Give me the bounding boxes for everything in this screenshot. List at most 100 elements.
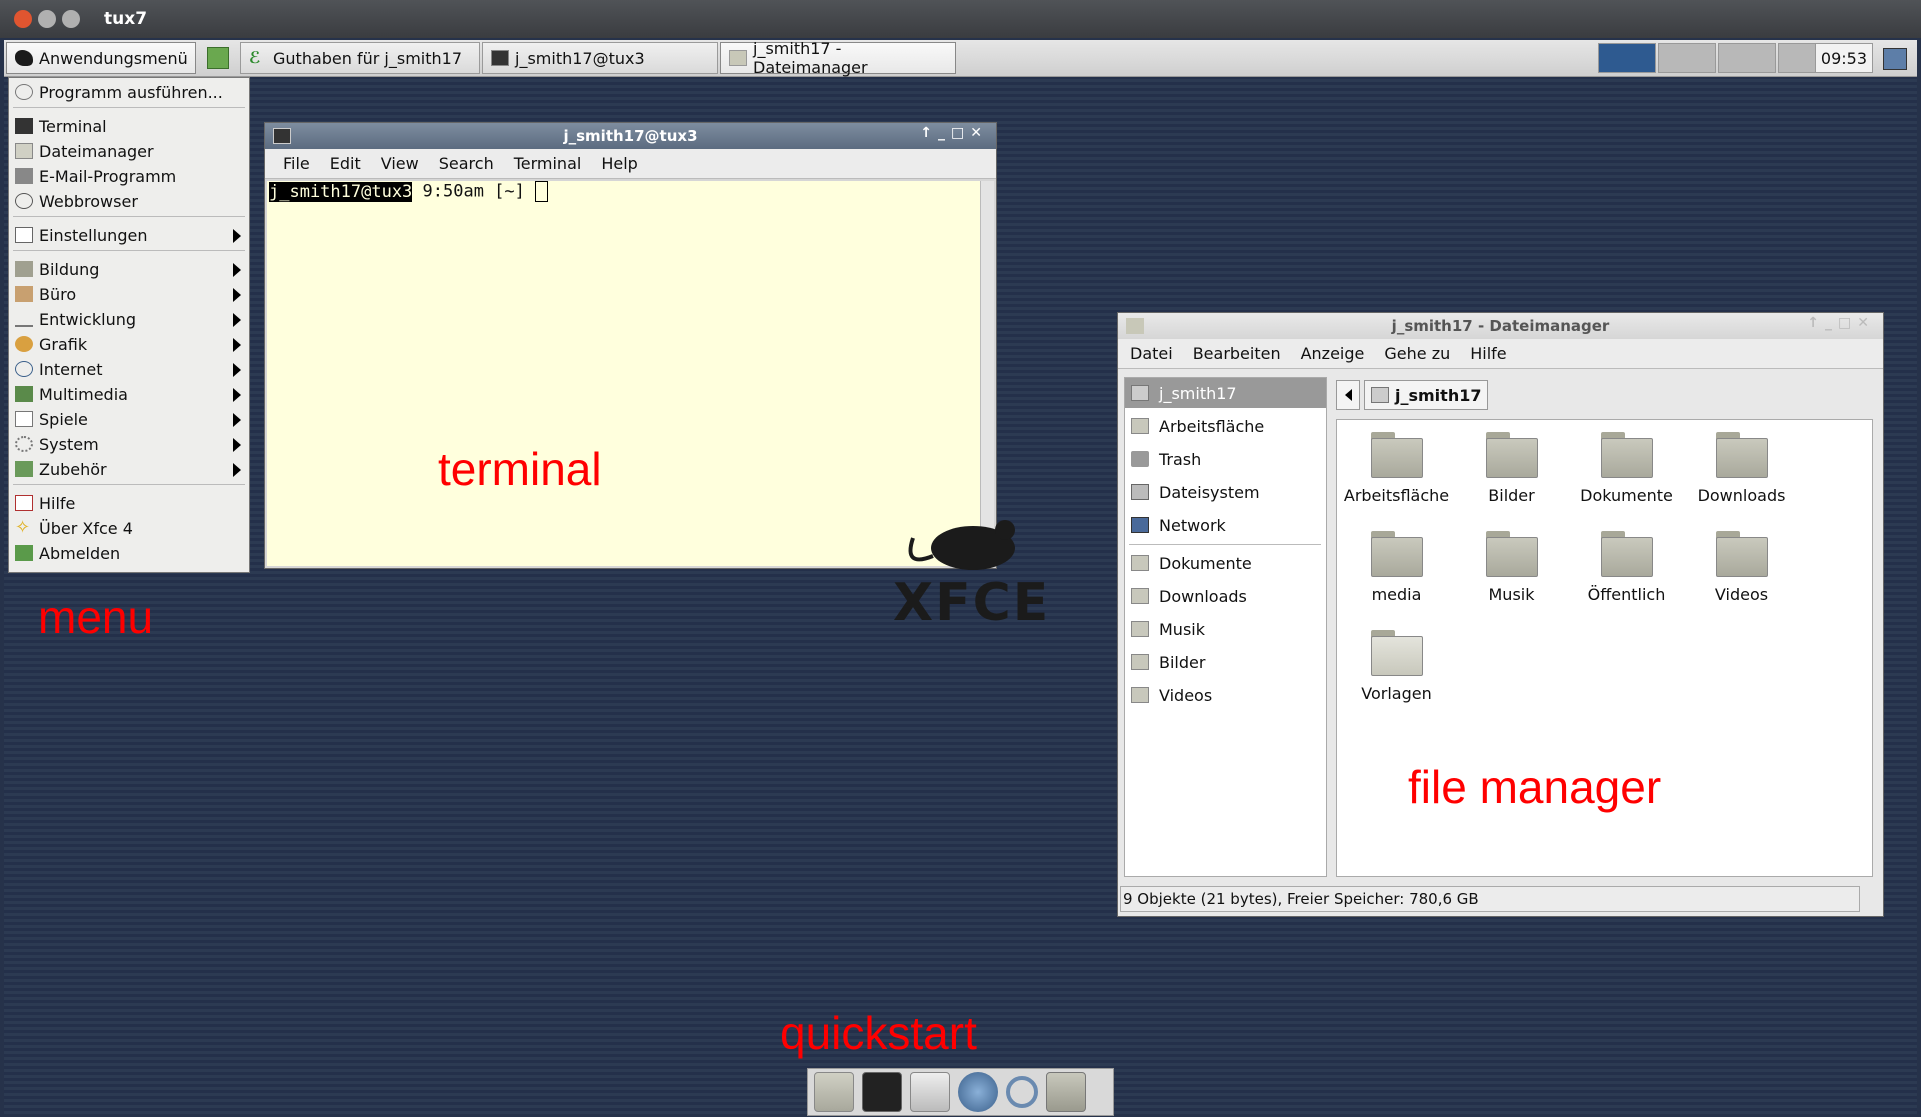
file-item-label: Bilder xyxy=(1488,486,1535,505)
file-item[interactable]: Bilder xyxy=(1454,432,1569,505)
menu-item-multimedia[interactable]: Multimedia xyxy=(9,382,249,406)
menu-edit[interactable]: Edit xyxy=(320,154,371,173)
menu-item-system[interactable]: System xyxy=(9,432,249,456)
back-button[interactable] xyxy=(1336,380,1360,410)
file-item[interactable]: Downloads xyxy=(1684,432,1799,505)
terminal-output[interactable]: j_smith17@tux3 9:50am [~] xyxy=(267,181,980,566)
menu-item-email[interactable]: E-Mail-Programm xyxy=(9,164,249,188)
menu-view[interactable]: View xyxy=(371,154,429,173)
workspace-2[interactable] xyxy=(1658,43,1716,73)
logout-launcher[interactable] xyxy=(198,42,232,74)
menu-item-accessories[interactable]: Zubehör xyxy=(9,457,249,481)
exit-icon xyxy=(207,47,229,69)
network-icon xyxy=(1131,517,1149,533)
sidebar-item-filesystem[interactable]: Dateisystem xyxy=(1125,477,1326,507)
panel-clock[interactable]: 09:53 xyxy=(1814,43,1873,73)
globe-icon[interactable] xyxy=(958,1072,998,1112)
menu-item-terminal[interactable]: Terminal xyxy=(9,114,249,138)
menu-anzeige[interactable]: Anzeige xyxy=(1291,344,1375,363)
terminal-menubar: File Edit View Search Terminal Help xyxy=(265,149,996,179)
menu-help[interactable]: Help xyxy=(591,154,647,173)
development-icon xyxy=(15,311,33,327)
desktop-folder-icon xyxy=(1131,418,1149,434)
menu-item-help[interactable]: Hilfe xyxy=(9,491,249,515)
menu-item-run[interactable]: Programm ausführen... xyxy=(9,80,249,104)
document-icon: ℰ xyxy=(249,48,261,67)
application-menu: Programm ausführen... Terminal Dateimana… xyxy=(8,77,250,573)
app-menu-label: Anwendungsmenü xyxy=(39,48,188,68)
sidebar-bookmark-downloads[interactable]: Downloads xyxy=(1125,581,1326,611)
menu-gehe-zu[interactable]: Gehe zu xyxy=(1374,344,1460,363)
status-bar: 9 Objekte (21 bytes), Freier Speicher: 7… xyxy=(1120,886,1860,912)
prompt-text: 9:50am [~] xyxy=(412,181,536,202)
task-button-terminal[interactable]: j_smith17@tux3 xyxy=(482,42,718,74)
menu-item-browser[interactable]: Webbrowser xyxy=(9,189,249,213)
sidebar-bookmark-music[interactable]: Musik xyxy=(1125,614,1326,644)
menu-item-internet[interactable]: Internet xyxy=(9,357,249,381)
menu-datei[interactable]: Datei xyxy=(1120,344,1183,363)
file-item-label: Downloads xyxy=(1697,486,1786,505)
sidebar-bookmark-documents[interactable]: Dokumente xyxy=(1125,548,1326,578)
folder-icon xyxy=(1126,318,1144,334)
task-button-guthaben[interactable]: ℰ Guthaben für j_smith17 xyxy=(240,42,480,74)
sidebar-item-desktop[interactable]: Arbeitsfläche xyxy=(1125,411,1326,441)
submenu-arrow-icon xyxy=(233,338,241,352)
maximize-icon[interactable] xyxy=(62,10,80,28)
submenu-arrow-icon xyxy=(233,388,241,402)
search-icon[interactable] xyxy=(1006,1076,1038,1108)
home-folder-icon[interactable] xyxy=(814,1072,854,1112)
multimedia-icon xyxy=(15,386,33,402)
file-item[interactable]: Öffentlich xyxy=(1569,531,1684,604)
file-item[interactable]: Dokumente xyxy=(1569,432,1684,505)
menu-terminal[interactable]: Terminal xyxy=(504,154,592,173)
file-item[interactable]: Musik xyxy=(1454,531,1569,604)
terminal-titlebar[interactable]: j_smith17@tux3 ↑_□✕ xyxy=(265,123,996,149)
cabinet-icon[interactable] xyxy=(910,1072,950,1112)
close-icon[interactable] xyxy=(14,10,32,28)
terminal-icon xyxy=(491,50,509,66)
sidebar-item-home[interactable]: j_smith17 xyxy=(1125,378,1326,408)
menu-search[interactable]: Search xyxy=(429,154,504,173)
menu-item-about[interactable]: ✧ Über Xfce 4 xyxy=(9,516,249,540)
display-icon[interactable] xyxy=(1883,48,1907,70)
menu-item-filemanager[interactable]: Dateimanager xyxy=(9,139,249,163)
sidebar-bookmark-videos[interactable]: Videos xyxy=(1125,680,1326,710)
menu-item-label: Bildung xyxy=(39,259,100,279)
menu-bearbeiten[interactable]: Bearbeiten xyxy=(1183,344,1291,363)
pictures-folder-icon xyxy=(1131,654,1149,670)
menu-hilfe[interactable]: Hilfe xyxy=(1460,344,1516,363)
app-menu-button[interactable]: Anwendungsmenü xyxy=(6,42,196,74)
file-item[interactable]: Arbeitsfläche xyxy=(1339,432,1454,505)
sidebar-bookmark-pictures[interactable]: Bilder xyxy=(1125,647,1326,677)
task-button-filemanager[interactable]: j_smith17 - Dateimanager xyxy=(720,39,956,77)
folder-icon[interactable] xyxy=(1046,1072,1086,1112)
workspace-3[interactable] xyxy=(1718,43,1776,73)
breadcrumb[interactable]: j_smith17 xyxy=(1364,380,1489,410)
menu-item-settings[interactable]: Einstellungen xyxy=(9,223,249,247)
menu-item-education[interactable]: Bildung xyxy=(9,257,249,281)
file-item[interactable]: media xyxy=(1339,531,1454,604)
documents-folder-icon xyxy=(1600,432,1653,478)
menu-item-development[interactable]: Entwicklung xyxy=(9,307,249,331)
sidebar-item-network[interactable]: Network xyxy=(1125,510,1326,540)
menu-item-office[interactable]: Büro xyxy=(9,282,249,306)
workspace-1[interactable] xyxy=(1598,43,1656,73)
pictures-folder-icon xyxy=(1485,432,1538,478)
file-item[interactable]: Vorlagen xyxy=(1339,630,1454,703)
menu-item-logout[interactable]: Abmelden xyxy=(9,541,249,565)
breadcrumb-label: j_smith17 xyxy=(1395,385,1482,405)
file-item[interactable]: Videos xyxy=(1684,531,1799,604)
window-controls[interactable]: ↑_□✕ xyxy=(920,125,988,141)
globe-icon xyxy=(15,361,33,377)
menu-file[interactable]: File xyxy=(273,154,320,173)
menu-item-games[interactable]: Spiele xyxy=(9,407,249,431)
sidebar-item-trash[interactable]: Trash xyxy=(1125,444,1326,474)
terminal-icon[interactable] xyxy=(862,1072,902,1112)
task-label: j_smith17@tux3 xyxy=(515,48,645,68)
menu-item-graphics[interactable]: Grafik xyxy=(9,332,249,356)
minimize-icon[interactable] xyxy=(38,10,56,28)
file-item-label: Öffentlich xyxy=(1587,585,1666,604)
window-controls[interactable]: ↑_□✕ xyxy=(1807,315,1875,331)
sidebar-item-label: Videos xyxy=(1159,685,1213,705)
filemanager-titlebar[interactable]: j_smith17 - Dateimanager ↑_□✕ xyxy=(1118,313,1883,339)
